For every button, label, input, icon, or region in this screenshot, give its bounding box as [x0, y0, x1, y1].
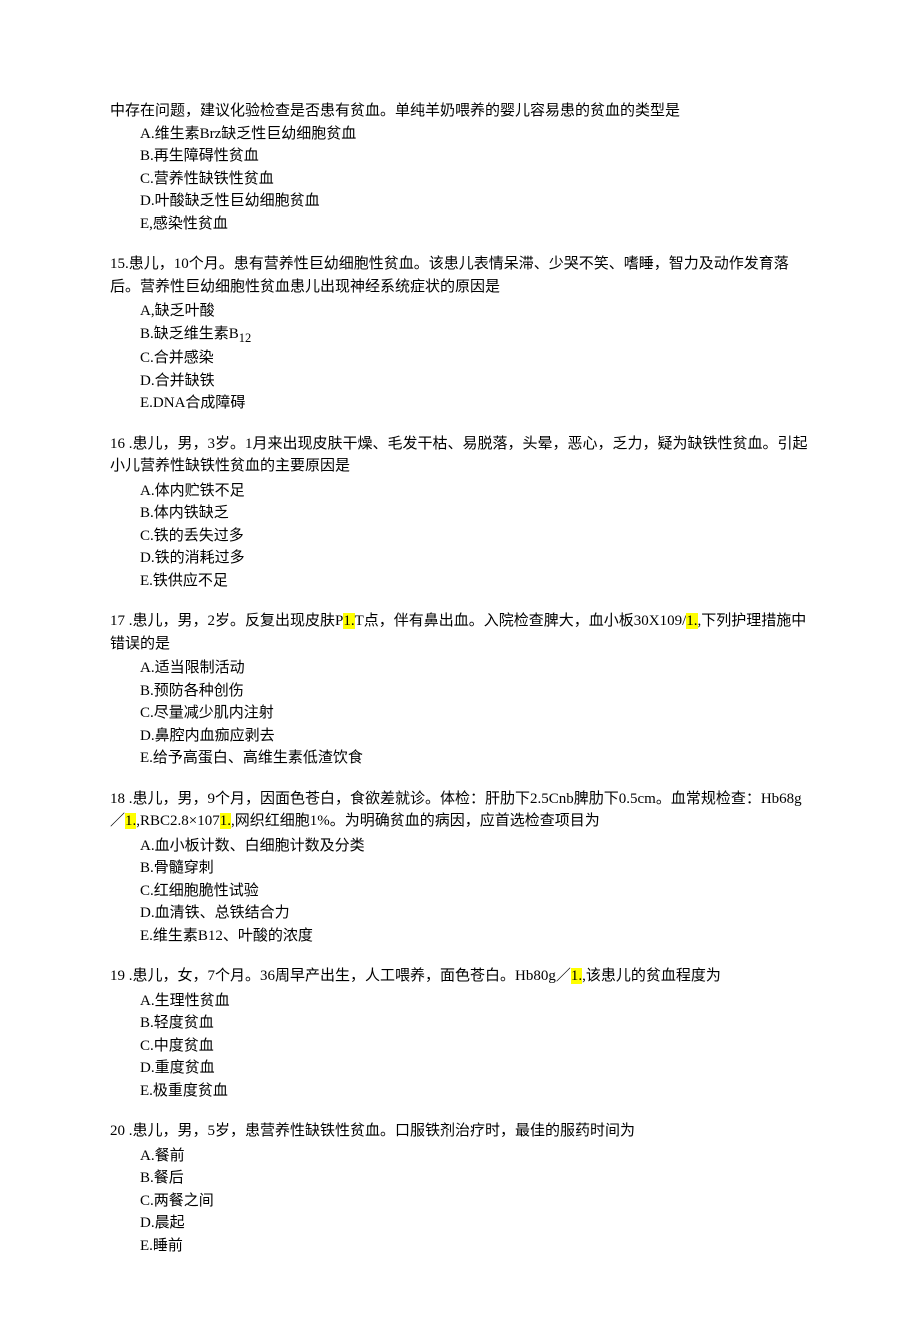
option-b: B.体内铁缺乏 [140, 502, 810, 525]
option-c: C.红细胞脆性试验 [140, 880, 810, 903]
option-b: B.轻度贫血 [140, 1012, 810, 1035]
question-stem: 20 .患儿，男，5岁，患营养性缺铁性贫血。口服铁剂治疗时，最佳的服药时间为 [110, 1120, 810, 1143]
option-c: C.尽量减少肌内注射 [140, 702, 810, 725]
question-stem: 15.患儿，10个月。患有营养性巨幼细胞性贫血。该患儿表情呆滞、少哭不笑、嗜睡，… [110, 253, 810, 298]
question-stem: 19 .患儿，女，7个月。36周早产出生，人工喂养，面色苍白。Hb80g／1.,… [110, 965, 810, 988]
option-a: A.维生素Brz缺乏性巨幼细胞贫血 [140, 123, 810, 146]
option-b: B.骨髓穿刺 [140, 857, 810, 880]
highlight: 1. [125, 813, 136, 829]
stem-part: ,RBC2.8×107 [136, 813, 219, 829]
options-list: A.体内贮铁不足 B.体内铁缺乏 C.铁的丢失过多 D.铁的消耗过多 E.铁供应… [110, 480, 810, 593]
option-d: D.铁的消耗过多 [140, 547, 810, 570]
option-b: B.预防各种创伤 [140, 680, 810, 703]
stem-part: ,网织红细胞1%。为明确贫血的病因，应首选检查项目为 [231, 813, 600, 829]
option-d: D.血清铁、总铁结合力 [140, 902, 810, 925]
question-17: 17 .患儿，男，2岁。反复出现皮肤P1.T点，伴有鼻出血。入院检查脾大，血小板… [110, 610, 810, 770]
options-list: A.维生素Brz缺乏性巨幼细胞贫血 B.再生障碍性贫血 C.营养性缺铁性贫血 D… [110, 123, 810, 236]
options-list: A,缺乏叶酸 B.缺乏维生素B12 C.合并感染 D.合并缺铁 E.DNA合成障… [110, 300, 810, 415]
option-b: B.餐后 [140, 1167, 810, 1190]
option-e: E.铁供应不足 [140, 570, 810, 593]
question-14-continuation: 中存在问题，建议化验检查是否患有贫血。单纯羊奶喂养的婴儿容易患的贫血的类型是 A… [110, 100, 810, 235]
stem-part: 19 .患儿，女，7个月。36周早产出生，人工喂养，面色苍白。Hb80g／ [110, 968, 571, 984]
highlight: 1. [571, 968, 582, 984]
stem-part: 17 .患儿，男，2岁。反复出现皮肤P [110, 613, 343, 629]
option-e: E.极重度贫血 [140, 1080, 810, 1103]
option-c: C.两餐之间 [140, 1190, 810, 1213]
option-d: D.鼻腔内血痂应剥去 [140, 725, 810, 748]
option-e: E,感染性贫血 [140, 213, 810, 236]
question-stem: 18 .患儿，男，9个月，因面色苍白，食欲差就诊。体检：肝肋下2.5Cnb脾肋下… [110, 788, 810, 833]
question-stem: 16 .患儿，男，3岁。1月来出现皮肤干燥、毛发干枯、易脱落，头晕，恶心，乏力，… [110, 433, 810, 478]
options-list: A.餐前 B.餐后 C.两餐之间 D.晨起 E.睡前 [110, 1145, 810, 1258]
option-c: C.营养性缺铁性贫血 [140, 168, 810, 191]
question-15: 15.患儿，10个月。患有营养性巨幼细胞性贫血。该患儿表情呆滞、少哭不笑、嗜睡，… [110, 253, 810, 415]
option-b: B.再生障碍性贫血 [140, 145, 810, 168]
option-c: C.铁的丢失过多 [140, 525, 810, 548]
option-e: E.给予高蛋白、高维生素低渣饮食 [140, 747, 810, 770]
question-stem: 中存在问题，建议化验检查是否患有贫血。单纯羊奶喂养的婴儿容易患的贫血的类型是 [110, 100, 810, 123]
option-e: E.DNA合成障碍 [140, 392, 810, 415]
option-a: A.餐前 [140, 1145, 810, 1168]
option-a: A,缺乏叶酸 [140, 300, 810, 323]
option-a: A.血小板计数、白细胞计数及分类 [140, 835, 810, 858]
option-b-text: B.缺乏维生素B [140, 326, 239, 342]
option-d: D.叶酸缺乏性巨幼细胞贫血 [140, 190, 810, 213]
subscript: 12 [239, 331, 252, 345]
question-19: 19 .患儿，女，7个月。36周早产出生，人工喂养，面色苍白。Hb80g／1.,… [110, 965, 810, 1102]
option-c: C.中度贫血 [140, 1035, 810, 1058]
highlight: 1. [220, 813, 231, 829]
options-list: A.生理性贫血 B.轻度贫血 C.中度贫血 D.重度贫血 E.极重度贫血 [110, 990, 810, 1103]
stem-part: T点，伴有鼻出血。入院检查脾大，血小板30X109/ [355, 613, 687, 629]
options-list: A.适当限制活动 B.预防各种创伤 C.尽量减少肌内注射 D.鼻腔内血痂应剥去 … [110, 657, 810, 770]
highlight: 1. [343, 613, 354, 629]
option-d: D.合并缺铁 [140, 370, 810, 393]
question-20: 20 .患儿，男，5岁，患营养性缺铁性贫血。口服铁剂治疗时，最佳的服药时间为 A… [110, 1120, 810, 1257]
option-e: E.睡前 [140, 1235, 810, 1258]
stem-part: ,该患儿的贫血程度为 [582, 968, 721, 984]
option-a: A.体内贮铁不足 [140, 480, 810, 503]
option-a: A.生理性贫血 [140, 990, 810, 1013]
option-d: D.重度贫血 [140, 1057, 810, 1080]
question-stem: 17 .患儿，男，2岁。反复出现皮肤P1.T点，伴有鼻出血。入院检查脾大，血小板… [110, 610, 810, 655]
option-b: B.缺乏维生素B12 [140, 323, 810, 348]
question-18: 18 .患儿，男，9个月，因面色苍白，食欲差就诊。体检：肝肋下2.5Cnb脾肋下… [110, 788, 810, 948]
option-d: D.晨起 [140, 1212, 810, 1235]
option-a: A.适当限制活动 [140, 657, 810, 680]
question-16: 16 .患儿，男，3岁。1月来出现皮肤干燥、毛发干枯、易脱落，头晕，恶心，乏力，… [110, 433, 810, 593]
option-c: C.合并感染 [140, 347, 810, 370]
options-list: A.血小板计数、白细胞计数及分类 B.骨髓穿刺 C.红细胞脆性试验 D.血清铁、… [110, 835, 810, 948]
highlight: 1. [686, 613, 697, 629]
option-e: E.维生素B12、叶酸的浓度 [140, 925, 810, 948]
